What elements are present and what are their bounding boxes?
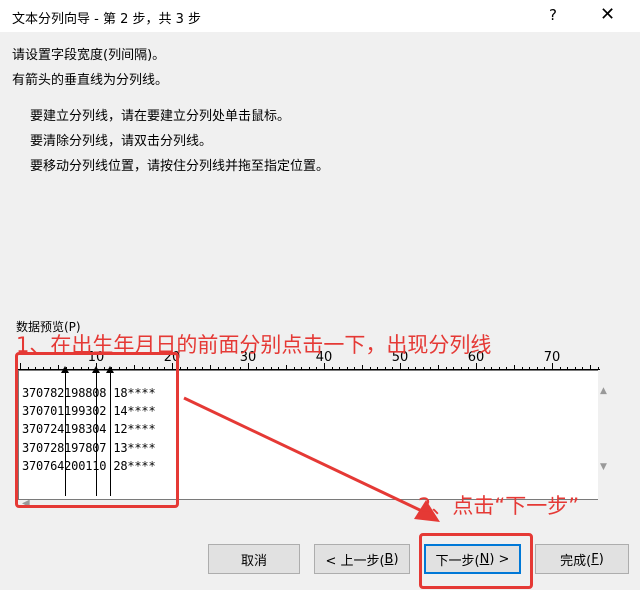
back-label-suffix: ) xyxy=(393,551,399,567)
back-hotkey: B xyxy=(384,551,394,567)
back-label-prefix: < 上一步( xyxy=(325,553,385,569)
back-button[interactable]: < 上一步(B) xyxy=(314,544,410,574)
annotation-step-1: 1、在出生年月日的前面分别点击一下，出现分列线 xyxy=(16,333,492,357)
finish-button[interactable]: 完成(F) xyxy=(535,544,629,574)
cancel-button[interactable]: 取消 xyxy=(208,544,300,574)
next-label-prefix: 下一步( xyxy=(435,553,480,569)
annotation-step-2: 2、点击“下一步” xyxy=(418,494,580,518)
next-hotkey: N xyxy=(479,551,490,567)
finish-label-prefix: 完成( xyxy=(560,553,592,569)
next-label-suffix: ) > xyxy=(489,551,510,567)
finish-hotkey: F xyxy=(591,551,599,567)
finish-label-suffix: ) xyxy=(598,551,604,567)
next-button[interactable]: 下一步(N) > xyxy=(424,544,521,574)
cancel-label: 取消 xyxy=(240,553,267,569)
